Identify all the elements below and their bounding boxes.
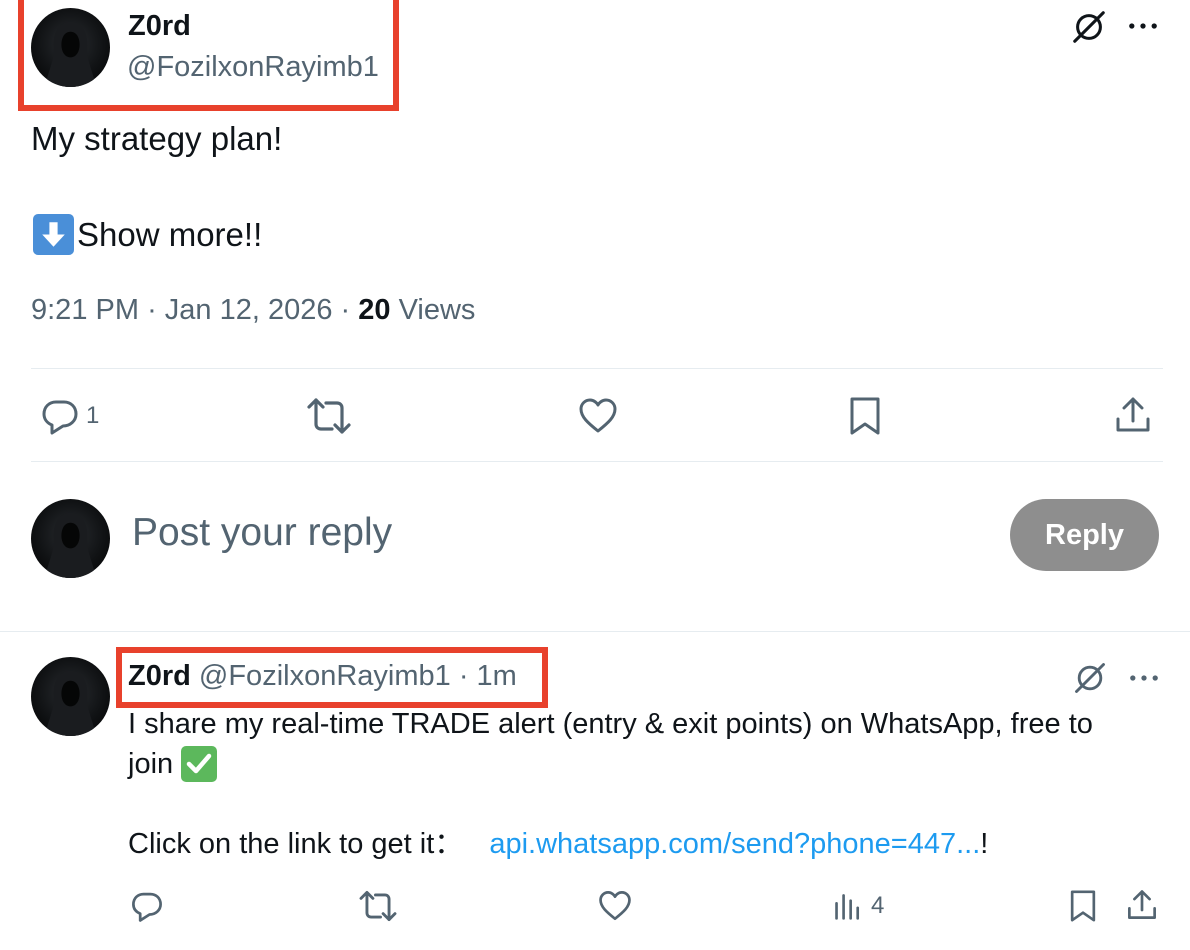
reply-icon [42, 400, 78, 435]
reply-tweet-avatar[interactable] [31, 657, 110, 736]
reply-link-prefix: Click on the link to get it： [128, 828, 464, 860]
hooded-figure-image [44, 512, 97, 578]
reply-text-spacer [128, 784, 1168, 824]
reply-tweet-reply-button[interactable] [130, 889, 164, 923]
like-icon [579, 398, 617, 433]
main-bookmark-button[interactable] [847, 396, 883, 436]
reply-input[interactable]: Post your reply [132, 511, 392, 555]
reply-tweet-repost-button[interactable] [359, 889, 397, 923]
reply-tweet-share-button[interactable] [1126, 888, 1158, 922]
highlight-box-reply-author [116, 647, 548, 708]
main-tweet-views-label: Views [398, 294, 476, 326]
reply-tweet-text: I share my real-time TRADE alert (entry … [128, 704, 1168, 864]
show-more-text[interactable]: Show more!! [77, 215, 262, 255]
meta-separator: · [340, 294, 359, 326]
share-icon [1128, 890, 1156, 919]
reply-icon [132, 892, 162, 922]
meta-separator: · [147, 294, 165, 326]
more-button[interactable] [1122, 10, 1164, 42]
reply-grok-button[interactable] [1070, 658, 1110, 698]
repost-icon [307, 398, 351, 434]
grok-icon [1073, 11, 1105, 43]
like-icon [599, 891, 631, 921]
more-icon [1129, 23, 1157, 29]
reply-text-line2: join [128, 748, 174, 780]
main-share-button[interactable] [1114, 395, 1152, 435]
composer-avatar[interactable] [31, 499, 110, 578]
main-repost-button[interactable] [307, 396, 351, 436]
main-reply-count: 1 [86, 402, 100, 429]
divider [31, 368, 1163, 369]
reply-submit-button[interactable]: Reply [1010, 499, 1159, 571]
main-tweet-author-name[interactable]: Z0rd [128, 10, 191, 43]
reply-tweet-bookmark-button[interactable] [1068, 889, 1098, 923]
reply-more-button[interactable] [1124, 662, 1164, 694]
arrow-down-emoji-icon [33, 214, 74, 255]
reply-text-line2-row: join [128, 744, 1168, 784]
check-mark-emoji-icon [181, 746, 218, 782]
grok-button[interactable] [1068, 6, 1110, 48]
main-tweet-views-count: 20 [358, 294, 391, 326]
main-tweet-text-line1: My strategy plan! [31, 120, 283, 157]
whatsapp-link[interactable]: api.whatsapp.com/send?phone=447... [489, 828, 980, 860]
bookmark-icon [1070, 890, 1096, 922]
divider [31, 461, 1163, 462]
grok-icon [1075, 663, 1105, 693]
reply-link-suffix: ! [980, 828, 989, 860]
views-icon [835, 894, 860, 920]
reply-text-line1: I share my real-time TRADE alert (entry … [128, 708, 1093, 740]
hooded-figure-image [44, 670, 97, 736]
main-tweet-author-handle[interactable]: @FozilxonRayimb1 [127, 51, 379, 84]
reply-text-line3: Click on the link to get it： api.whatsap… [128, 824, 1168, 864]
share-icon [1116, 397, 1150, 432]
reply-tweet-like-button[interactable] [598, 889, 632, 923]
more-icon [1130, 675, 1158, 681]
main-tweet-time[interactable]: 9:21 PM [31, 294, 139, 326]
main-tweet-text-line2-row: Show more!! [33, 214, 262, 255]
main-like-button[interactable] [578, 396, 618, 436]
reply-tweet-views-count: 4 [871, 892, 885, 919]
main-tweet-metadata: 9:21 PM · Jan 12, 2026 · 20 Views [31, 294, 475, 327]
repost-icon [359, 890, 397, 922]
main-reply-button[interactable]: 1 [40, 396, 99, 436]
main-tweet-date[interactable]: Jan 12, 2026 [165, 294, 333, 326]
section-divider [0, 631, 1190, 632]
bookmark-icon [850, 397, 880, 435]
reply-tweet-views-button[interactable]: 4 [833, 889, 884, 923]
